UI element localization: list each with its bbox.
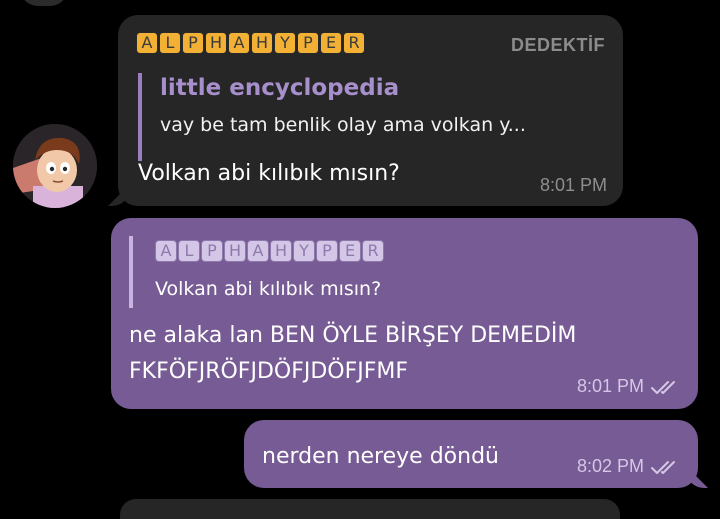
sender-letter: H <box>251 32 273 54</box>
sender-letter: P <box>297 32 319 54</box>
previous-message-edge <box>20 0 68 6</box>
reply-sender-letter: P <box>201 240 223 262</box>
message-meta: 8:02 PM <box>577 456 682 477</box>
message-line: FKFÖFJRÖFJDÖFJDÖFJFMF <box>129 359 409 384</box>
reply-sender-letter: H <box>224 240 246 262</box>
avatar-image <box>13 124 97 208</box>
reply-quote[interactable]: little encyclopedia vay be tam benlik ol… <box>138 73 598 161</box>
double-check-icon <box>651 380 675 394</box>
message-meta: 8:01 PM <box>577 376 682 397</box>
next-message-edge <box>120 499 620 519</box>
sender-role-badge: DEDEKTİF <box>511 35 605 55</box>
double-check-icon <box>651 460 675 474</box>
reply-sender-letter: P <box>316 240 338 262</box>
message-text: Volkan abi kılıbık mısın? <box>138 161 400 186</box>
message-text: ne alaka lan BEN ÖYLE BİRŞEY DEMEDİM FKF… <box>129 318 576 390</box>
reply-snippet: vay be tam benlik olay ama volkan y... <box>160 114 526 136</box>
reply-sender-letter: R <box>362 240 384 262</box>
sender-letter: A <box>228 32 250 54</box>
message-time: 8:02 PM <box>576 456 644 476</box>
message-time: 8:01 PM <box>576 376 644 396</box>
sender-letter: A <box>136 32 158 54</box>
outgoing-message-bubble[interactable]: A L P H A H Y P E R Volkan abi kılıbık m… <box>111 218 698 409</box>
sender-letter: H <box>205 32 227 54</box>
sender-letter: Y <box>274 32 296 54</box>
sender-letter: E <box>320 32 342 54</box>
outgoing-message-bubble[interactable]: nerden nereye döndü 8:02 PM <box>244 420 698 488</box>
reply-snippet: Volkan abi kılıbık mısın? <box>155 278 382 300</box>
incoming-message-bubble[interactable]: A L P H A H Y P E R DEDEKTİF little ency… <box>118 15 623 206</box>
reply-sender-letter: H <box>270 240 292 262</box>
reply-sender-letter: E <box>339 240 361 262</box>
sender-name-tag[interactable]: A L P H A H Y P E R <box>136 32 365 54</box>
message-time: 8:01 PM <box>539 175 607 195</box>
sender-letter: R <box>343 32 365 54</box>
sender-letter: L <box>159 32 181 54</box>
reply-sender-letter: L <box>178 240 200 262</box>
reply-sender-letter: A <box>247 240 269 262</box>
reply-author: little encyclopedia <box>160 75 400 101</box>
reply-quote[interactable]: A L P H A H Y P E R Volkan abi kılıbık m… <box>129 236 549 308</box>
reply-sender-tag: A L P H A H Y P E R <box>155 240 384 262</box>
reply-sender-letter: A <box>155 240 177 262</box>
reply-sender-letter: Y <box>293 240 315 262</box>
message-text: nerden nereye döndü <box>262 444 499 469</box>
message-line: ne alaka lan BEN ÖYLE BİRŞEY DEMEDİM <box>129 323 577 348</box>
avatar[interactable] <box>13 124 97 208</box>
sender-letter: P <box>182 32 204 54</box>
